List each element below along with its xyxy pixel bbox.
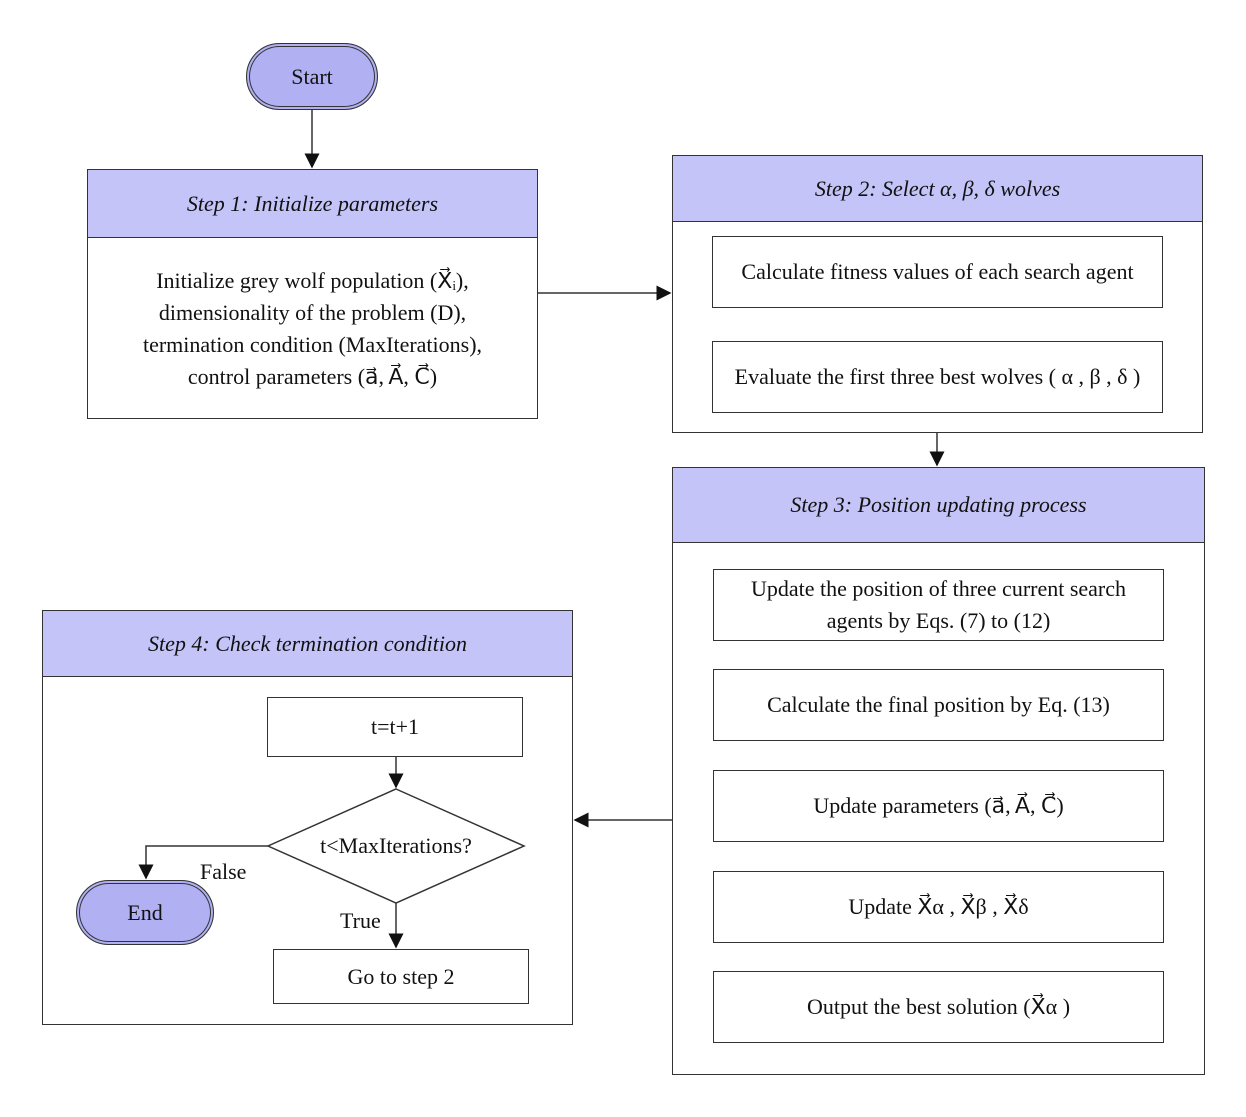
false-label: False [200,859,247,884]
increment-box: t=t+1 [267,697,523,757]
true-label: True [340,908,381,933]
update-leaders-box: Update X⃗α , X⃗β , X⃗δ [713,871,1164,943]
step3-title: Step 3: Position updating process [673,468,1204,543]
flowchart: Start Step 1: Initialize parameters Init… [0,0,1246,1117]
update-parameters-box: Update parameters (a⃗, A⃗, C⃗) [713,770,1164,842]
final-position-box: Calculate the final position by Eq. (13) [713,669,1164,741]
evaluate-wolves-box: Evaluate the first three best wolves ( α… [712,341,1163,413]
step1-panel: Step 1: Initialize parameters Initialize… [87,169,538,419]
step1-line: dimensionality of the problem (D), [158,299,467,325]
output-solution-box: Output the best solution (X⃗α ) [713,971,1164,1043]
step4-title: Step 4: Check termination condition [43,611,572,677]
end-terminal: End [76,880,214,945]
start-terminal: Start [246,43,378,110]
step1-title: Step 1: Initialize parameters [88,170,537,238]
step1-line: control parameters (a⃗, A⃗, C⃗) [187,363,438,389]
step2-title: Step 2: Select α, β, δ wolves [673,156,1202,222]
update-agents-box: Update the position of three current sea… [713,569,1164,641]
step1-line: Initialize grey wolf population (X⃗ᵢ), [156,267,469,293]
decision-label: t<MaxIterations? [320,833,472,858]
calc-fitness-box: Calculate fitness values of each search … [712,236,1163,308]
step1-line: termination condition (MaxIterations), [142,331,483,357]
goto-step2-box: Go to step 2 [273,949,529,1004]
